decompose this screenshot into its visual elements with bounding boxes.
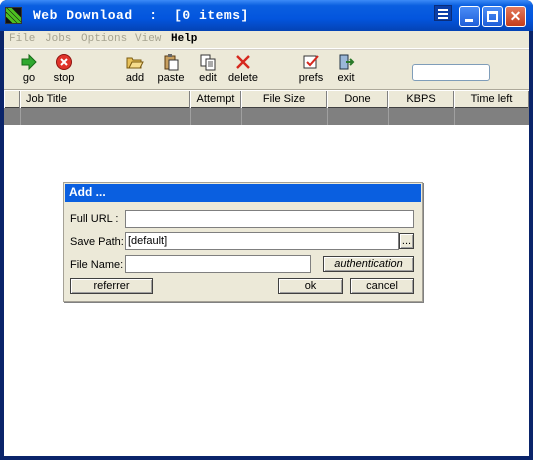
ok-button[interactable]: ok (278, 278, 343, 294)
menu-options[interactable]: Options (81, 33, 127, 45)
minimize-icon (465, 19, 473, 22)
title-bar[interactable]: Web Download : [0 items] ✕ (0, 0, 533, 31)
add-dialog: Add ... Full URL : Save Path: [default] … (63, 182, 423, 302)
go-arrow-icon (21, 53, 37, 71)
full-url-label: Full URL : (70, 213, 119, 225)
referrer-button[interactable]: referrer (70, 278, 153, 294)
edit-documents-icon (200, 54, 216, 71)
column-header-job-title[interactable]: Job Title (20, 91, 190, 108)
prefs-label: prefs (298, 72, 324, 84)
toolbar: go stop add paste edit delete prefs exit (4, 49, 529, 90)
file-name-label: File Name: (70, 259, 124, 271)
column-header-file-size[interactable]: File Size (241, 91, 327, 108)
row-divider (327, 108, 328, 125)
column-header-time-left[interactable]: Time left (454, 91, 529, 108)
menu-bar: File Jobs Options View Help (4, 31, 529, 49)
window-title: Web Download : [0 items] (33, 8, 249, 23)
clipboard-icon (164, 54, 179, 71)
menu-jobs[interactable]: Jobs (45, 33, 71, 45)
menu-file[interactable]: File (9, 33, 35, 45)
delete-x-icon (236, 55, 250, 69)
file-name-input[interactable] (125, 255, 311, 273)
delete-label: delete (228, 72, 258, 84)
stop-label: stop (53, 72, 75, 84)
delete-button[interactable]: delete (223, 53, 263, 89)
paste-button[interactable]: paste (151, 53, 191, 89)
list-header: Job Title Attempt File Size Done KBPS Ti… (4, 91, 529, 108)
browse-button[interactable]: ... (399, 233, 414, 249)
open-folder-icon (126, 57, 144, 69)
checklist-icon (303, 55, 319, 69)
close-icon: ✕ (509, 8, 522, 24)
dialog-title[interactable]: Add ... (65, 184, 421, 202)
add-button[interactable]: add (115, 53, 155, 89)
quick-input[interactable] (412, 64, 490, 81)
full-url-input[interactable] (125, 210, 414, 228)
stop-icon (56, 54, 72, 70)
paste-label: paste (157, 72, 185, 84)
column-header-done[interactable]: Done (327, 91, 388, 108)
app-icon[interactable] (5, 7, 22, 24)
column-header-blank[interactable] (4, 91, 20, 108)
column-header-kbps[interactable]: KBPS (388, 91, 454, 108)
go-button[interactable]: go (9, 53, 49, 89)
stop-button[interactable]: stop (44, 53, 84, 89)
edit-button[interactable]: edit (188, 53, 228, 89)
app-window: Web Download : [0 items] ✕ File Jobs Opt… (0, 0, 533, 460)
prefs-button[interactable]: prefs (291, 53, 331, 89)
minimize-button[interactable] (459, 6, 480, 27)
table-row[interactable] (4, 108, 529, 125)
column-header-attempt[interactable]: Attempt (190, 91, 241, 108)
edit-label: edit (199, 72, 217, 84)
save-path-input[interactable]: [default] (125, 232, 399, 250)
client-area: File Jobs Options View Help go stop add … (4, 31, 529, 456)
tray-menu-icon[interactable] (434, 5, 452, 21)
save-path-label: Save Path: (70, 236, 124, 248)
authentication-button[interactable]: authentication (323, 256, 414, 272)
exit-door-icon (339, 54, 355, 70)
menu-help[interactable]: Help (171, 33, 197, 45)
menu-view[interactable]: View (135, 33, 161, 45)
maximize-button[interactable] (482, 6, 503, 27)
cancel-button[interactable]: cancel (350, 278, 414, 294)
exit-button[interactable]: exit (326, 53, 366, 89)
go-label: go (22, 72, 36, 84)
row-divider (241, 108, 242, 125)
add-label: add (125, 72, 145, 84)
exit-label: exit (337, 72, 355, 84)
close-button[interactable]: ✕ (505, 6, 526, 27)
row-divider (190, 108, 191, 125)
row-divider (20, 108, 21, 125)
row-divider (388, 108, 389, 125)
row-divider (454, 108, 455, 125)
maximize-icon (487, 11, 498, 22)
